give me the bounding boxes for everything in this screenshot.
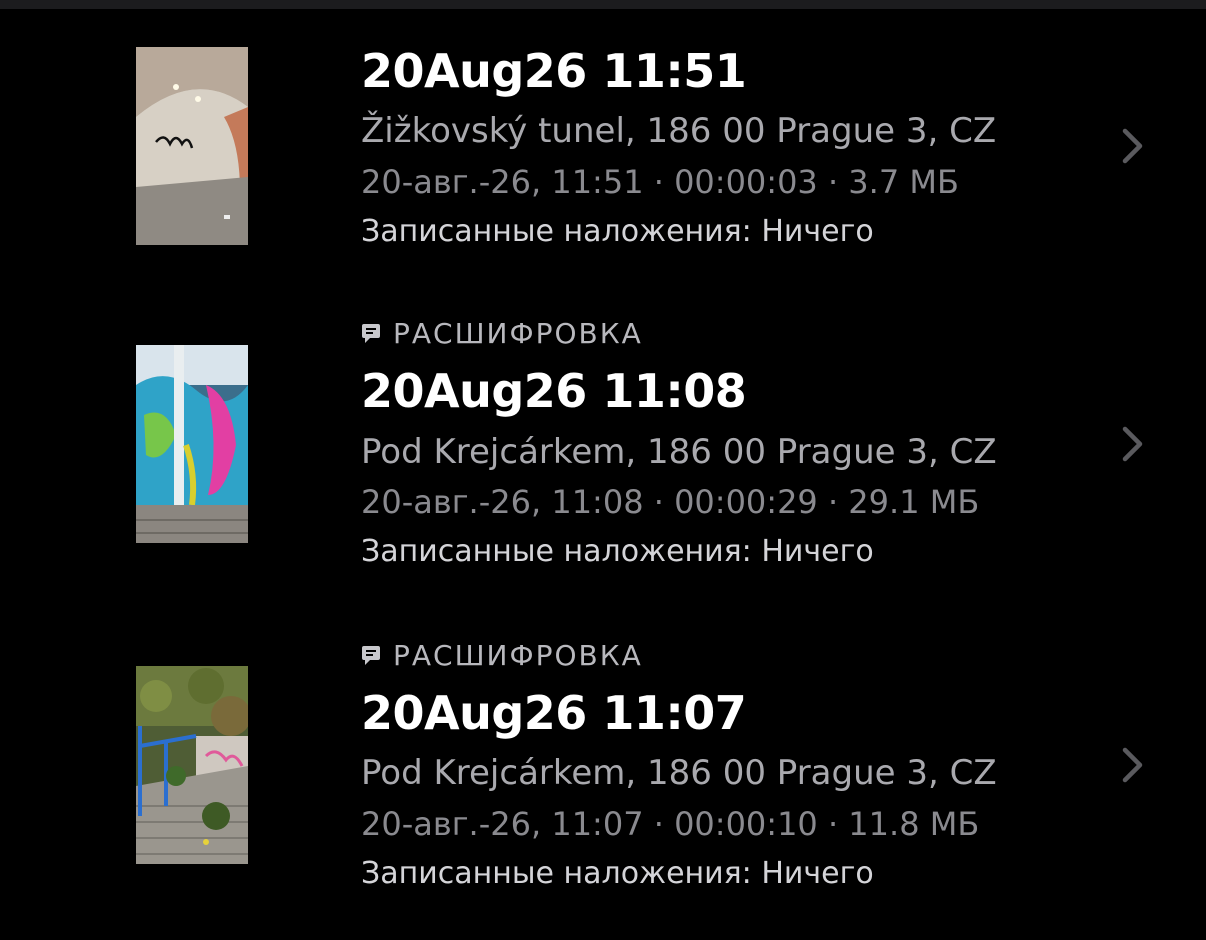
recording-address: Pod Krejcárkem, 186 00 Prague 3, CZ (361, 753, 997, 793)
transcript-tag-label: РАСШИФРОВКА (393, 639, 643, 672)
recording-row[interactable]: РАСШИФРОВКА 20Aug26 11:07 Pod Krejcárkem… (0, 0, 1206, 920)
recording-title: 20Aug26 11:07 (361, 686, 747, 740)
chevron-right-icon[interactable] (1120, 745, 1146, 785)
transcript-bubble-icon (361, 641, 381, 665)
recording-overlays: Записанные наложения: Ничего (361, 856, 874, 891)
transcript-tag: РАСШИФРОВКА (361, 639, 643, 673)
stairs-thumbnail[interactable] (136, 666, 248, 864)
recording-meta: 20-авг.-26, 11:07 · 00:00:10 · 11.8 МБ (361, 805, 980, 843)
